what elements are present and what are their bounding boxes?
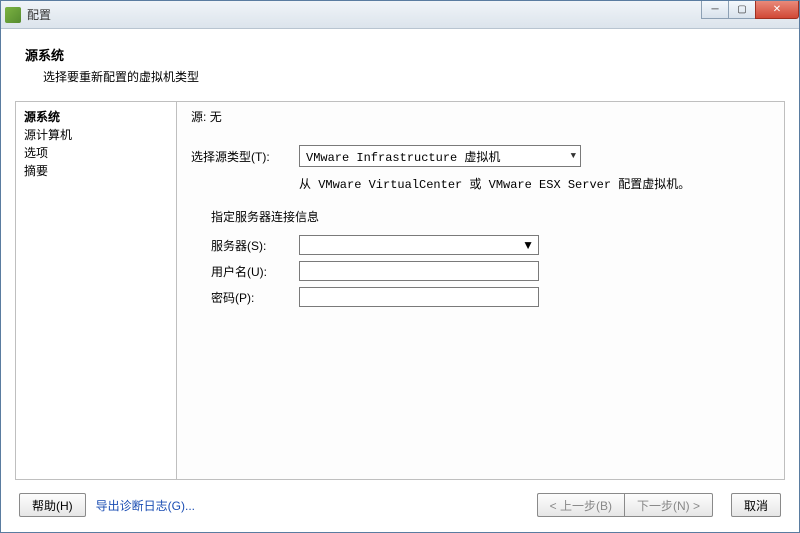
password-label: 密码(P):: [211, 289, 299, 306]
content-area: 源系统 选择要重新配置的虚拟机类型 源系统 源计算机 选项 摘要 源: 无 选择…: [1, 29, 799, 532]
username-field[interactable]: [299, 261, 539, 281]
chevron-down-icon: ▼: [522, 238, 534, 252]
window: 配置 ─ ▢ ✕ 源系统 选择要重新配置的虚拟机类型 源系统 源计算机 选项 摘…: [0, 0, 800, 533]
source-type-hint: 从 VMware VirtualCenter 或 VMware ESX Serv…: [299, 175, 770, 192]
nav-button-group: < 上一步(B) 下一步(N) >: [537, 493, 713, 517]
server-combo[interactable]: ▼: [299, 235, 539, 255]
window-title: 配置: [27, 6, 51, 23]
page-title: 源系统: [25, 45, 775, 64]
main-row: 源系统 源计算机 选项 摘要 源: 无 选择源类型(T): VMware Inf…: [15, 101, 785, 480]
page-subtitle: 选择要重新配置的虚拟机类型: [25, 68, 775, 85]
wizard-footer: 帮助(H) 导出诊断日志(G)... < 上一步(B) 下一步(N) > 取消: [15, 480, 785, 522]
next-button[interactable]: 下一步(N) >: [624, 493, 713, 517]
username-label: 用户名(U):: [211, 263, 299, 280]
source-type-value: VMware Infrastructure 虚拟机: [306, 148, 500, 165]
wizard-header: 源系统 选择要重新配置的虚拟机类型: [15, 39, 785, 99]
source-line: 源: 无: [191, 108, 770, 125]
export-log-link[interactable]: 导出诊断日志(G)...: [96, 497, 195, 514]
cancel-button[interactable]: 取消: [731, 493, 781, 517]
connection-group-title: 指定服务器连接信息: [211, 208, 770, 225]
source-type-label: 选择源类型(T):: [191, 148, 299, 165]
server-label: 服务器(S):: [211, 237, 299, 254]
back-button[interactable]: < 上一步(B): [537, 493, 624, 517]
source-label: 源:: [191, 110, 206, 124]
username-row: 用户名(U):: [211, 261, 770, 281]
password-field[interactable]: [299, 287, 539, 307]
minimize-button[interactable]: ─: [701, 1, 729, 19]
wizard-steps-sidebar: 源系统 源计算机 选项 摘要: [15, 101, 177, 480]
wizard-pane: 源: 无 选择源类型(T): VMware Infrastructure 虚拟机…: [177, 101, 785, 480]
close-button[interactable]: ✕: [755, 1, 799, 19]
window-controls: ─ ▢ ✕: [702, 1, 799, 19]
maximize-button[interactable]: ▢: [728, 1, 756, 19]
help-button[interactable]: 帮助(H): [19, 493, 86, 517]
step-summary[interactable]: 摘要: [24, 162, 168, 180]
server-row: 服务器(S): ▼: [211, 235, 770, 255]
source-type-row: 选择源类型(T): VMware Infrastructure 虚拟机 ▼: [191, 145, 770, 167]
step-options[interactable]: 选项: [24, 144, 168, 162]
source-type-combo[interactable]: VMware Infrastructure 虚拟机 ▼: [299, 145, 581, 167]
titlebar[interactable]: 配置 ─ ▢ ✕: [1, 1, 799, 29]
step-source-system[interactable]: 源系统: [24, 108, 168, 126]
chevron-down-icon: ▼: [571, 151, 576, 161]
source-value: 无: [210, 110, 222, 124]
password-row: 密码(P):: [211, 287, 770, 307]
app-icon: [5, 7, 21, 23]
step-source-computer[interactable]: 源计算机: [24, 126, 168, 144]
